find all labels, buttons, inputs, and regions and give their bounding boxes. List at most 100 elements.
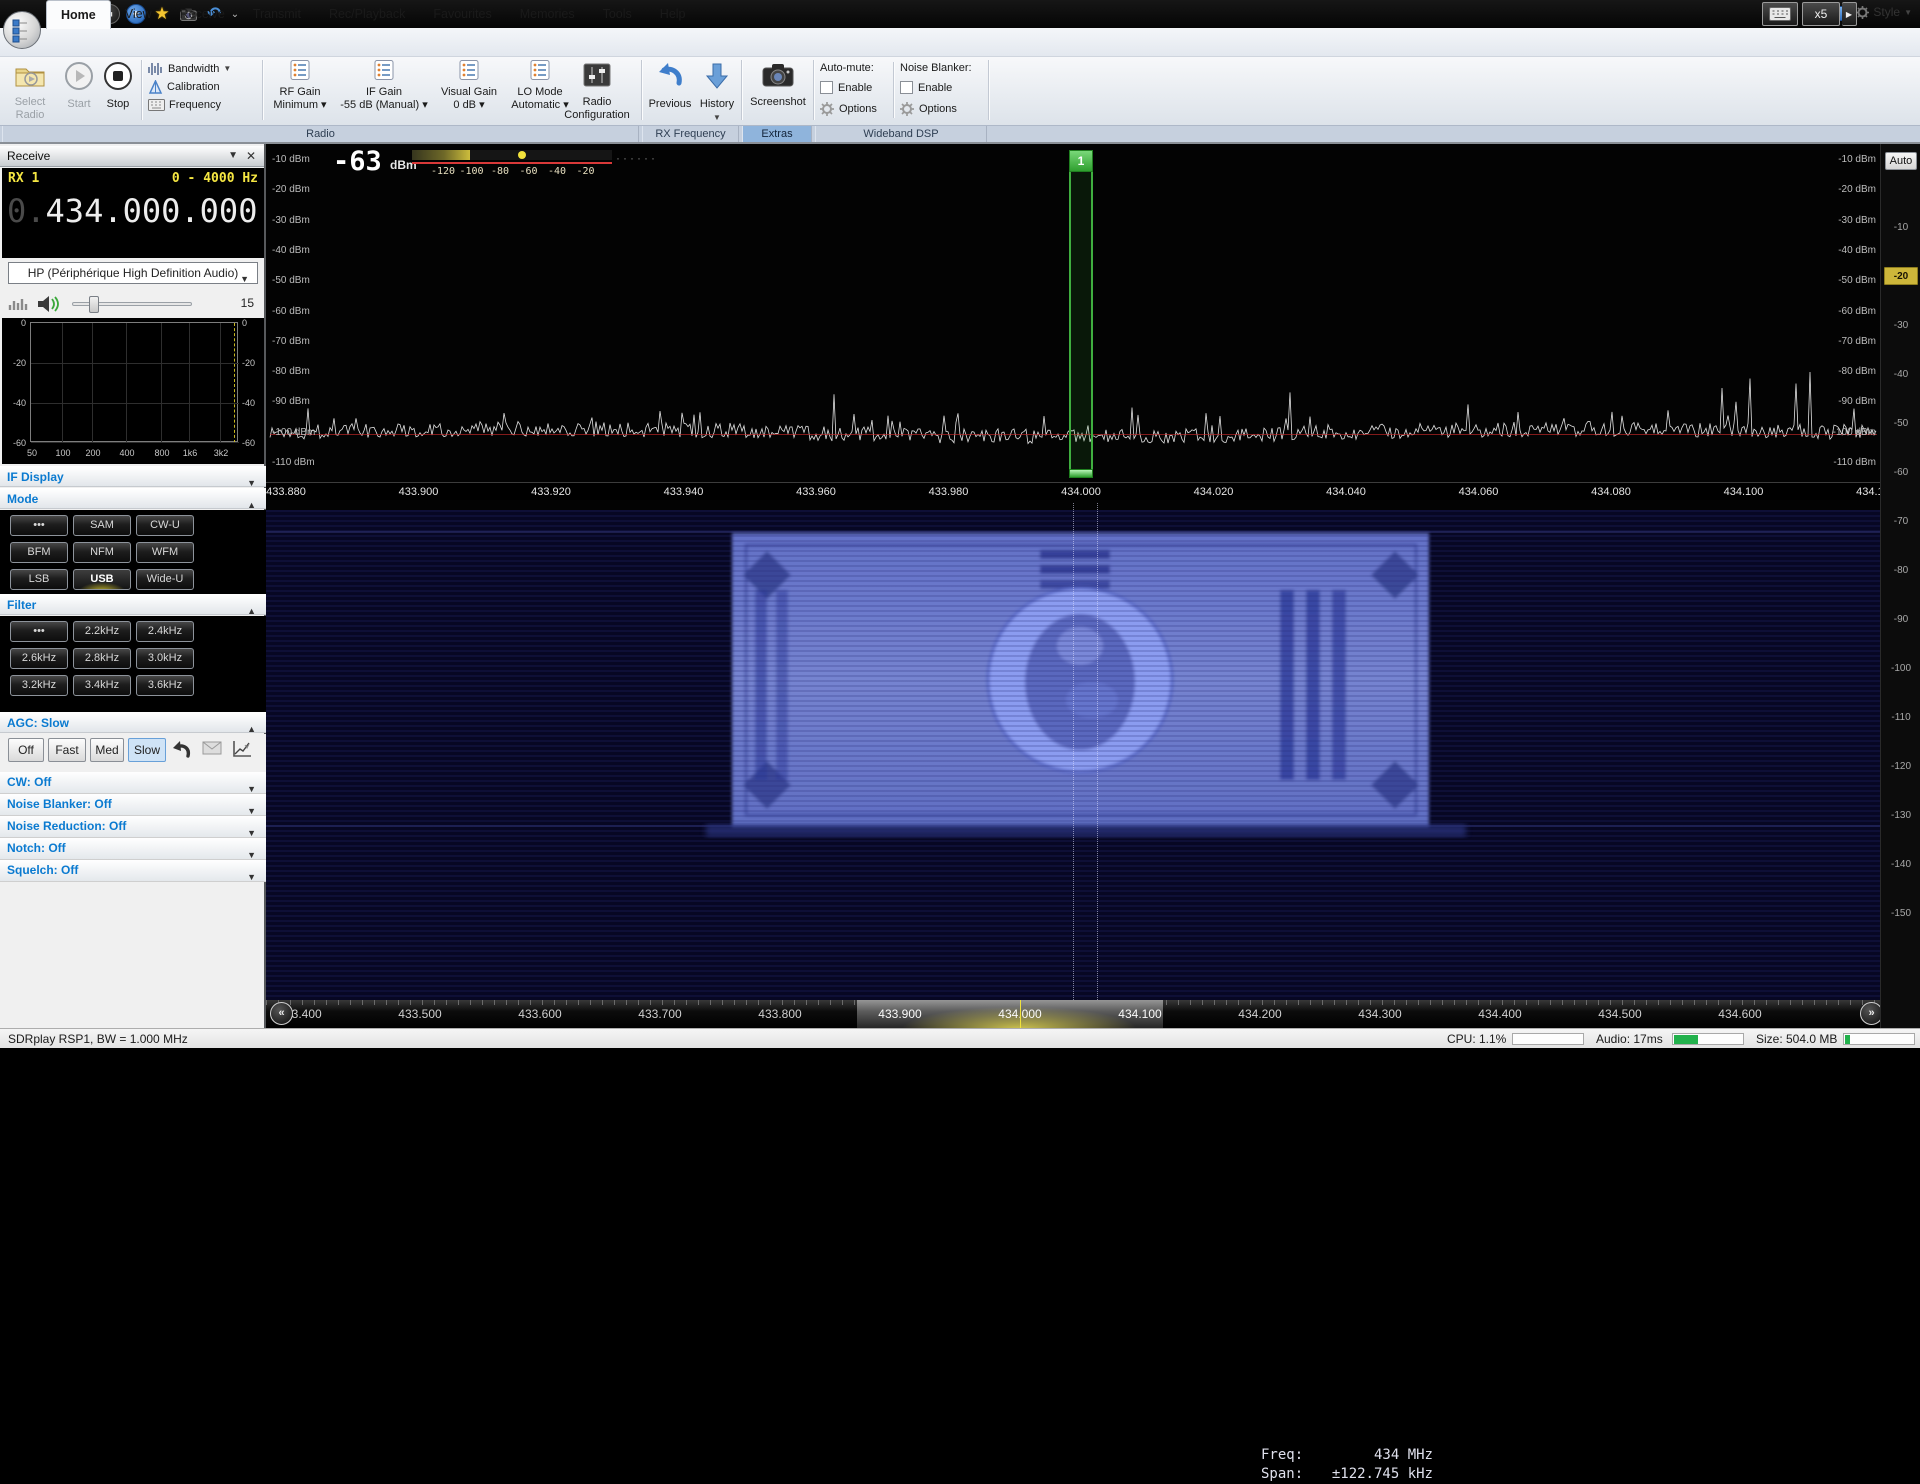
section-notch[interactable]: Notch: Off▼ bbox=[0, 838, 266, 860]
rx-tuning-band[interactable] bbox=[1069, 150, 1093, 478]
mode-bfm[interactable]: BFM bbox=[10, 542, 68, 563]
keyboard-entry-button[interactable] bbox=[1762, 2, 1798, 26]
db-label-right: -70 dBm bbox=[1816, 336, 1876, 347]
waterfall-span-label: Span: bbox=[1261, 1465, 1303, 1484]
equalizer-icon[interactable] bbox=[8, 296, 28, 312]
filter-2-2khz[interactable]: 2.2kHz bbox=[73, 621, 131, 642]
auto-mute-enable[interactable]: Enable bbox=[820, 77, 894, 98]
section-agc[interactable]: AGC: Slow ▲ bbox=[0, 712, 266, 733]
speaker-icon[interactable] bbox=[36, 294, 62, 314]
app-menu-button[interactable] bbox=[3, 11, 41, 49]
radio-configuration-button[interactable]: Radio Configuration bbox=[556, 59, 638, 123]
start-button[interactable]: Start bbox=[60, 59, 98, 123]
section-title: CW: Off bbox=[7, 775, 51, 789]
size-meter-fill bbox=[1845, 1035, 1850, 1044]
gain-value: Minimum ▾ bbox=[268, 99, 332, 112]
frequency-button[interactable]: Frequency bbox=[148, 96, 221, 113]
section-filter[interactable]: Filter ▲ bbox=[0, 594, 266, 615]
section-noise-reduction[interactable]: Noise Reduction: Off▼ bbox=[0, 816, 266, 838]
spectrum-frequency-axis[interactable]: 433.880433.900433.920433.940433.960433.9… bbox=[266, 482, 1880, 500]
mode-sam[interactable]: SAM bbox=[73, 515, 131, 536]
noise-blanker-enable[interactable]: Enable bbox=[900, 77, 986, 98]
ribbon-separator bbox=[262, 60, 263, 120]
agc-off[interactable]: Off bbox=[8, 738, 44, 762]
mode-wfm[interactable]: WFM bbox=[136, 542, 194, 563]
mode-usb[interactable]: USB bbox=[73, 569, 131, 590]
zoom-factor-button[interactable]: x5 bbox=[1802, 2, 1840, 26]
auto-mute-options[interactable]: Options bbox=[820, 98, 894, 119]
mode-lsb[interactable]: LSB bbox=[10, 569, 68, 590]
mode--[interactable]: ••• bbox=[10, 515, 68, 536]
section-squelch[interactable]: Squelch: Off▼ bbox=[0, 860, 266, 882]
checkbox-icon[interactable] bbox=[900, 81, 913, 94]
graph-x-label: 800 bbox=[154, 448, 169, 458]
volume-slider[interactable] bbox=[72, 302, 192, 306]
agc-undo-icon[interactable] bbox=[170, 740, 192, 760]
noise-blanker-title: Noise Blanker: bbox=[900, 59, 986, 77]
tab-tools[interactable]: Tools bbox=[589, 0, 646, 29]
mode-cw-u[interactable]: CW-U bbox=[136, 515, 194, 536]
waterfall-range-strip[interactable]: Auto -10-20-30-40-50-60-70-80-90-100-110… bbox=[1880, 144, 1920, 1028]
mode-nfm[interactable]: NFM bbox=[73, 542, 131, 563]
noise-blanker-group: Noise Blanker: Enable Options bbox=[900, 59, 986, 119]
rf-gain-button[interactable]: RF GainMinimum ▾ bbox=[268, 59, 332, 123]
if-gain-button[interactable]: IF Gain-55 dB (Manual) ▾ bbox=[336, 59, 432, 123]
graph-y-label: 0 bbox=[4, 318, 26, 328]
zoom-step-button[interactable]: ▶ bbox=[1842, 2, 1857, 26]
frequency-navigator[interactable]: 433.400433.500433.600433.700433.800433.9… bbox=[266, 1000, 1880, 1028]
mode-wide-u[interactable]: Wide-U bbox=[136, 569, 194, 590]
bandwidth-button[interactable]: Bandwidth ▼ bbox=[148, 60, 231, 77]
section-cw[interactable]: CW: Off▼ bbox=[0, 772, 266, 794]
select-radio-button[interactable]: Select Radio bbox=[6, 59, 54, 123]
filter--[interactable]: ••• bbox=[10, 621, 68, 642]
section-noise-blanker[interactable]: Noise Blanker: Off▼ bbox=[0, 794, 266, 816]
stop-button[interactable]: Stop bbox=[99, 59, 137, 123]
tab-favourites[interactable]: Favourites bbox=[419, 0, 505, 29]
audio-device-dropdown[interactable]: HP (Périphérique High Definition Audio) … bbox=[8, 262, 258, 284]
tab-transmit[interactable]: Transmit bbox=[239, 0, 315, 29]
tab-rec-playback[interactable]: Rec/Playback bbox=[315, 0, 419, 29]
rx-tuning-band-cap[interactable] bbox=[1069, 469, 1093, 478]
filter-3-6khz[interactable]: 3.6kHz bbox=[136, 675, 194, 696]
noise-blanker-options[interactable]: Options bbox=[900, 98, 986, 119]
rx-marker-badge[interactable]: 1 bbox=[1069, 150, 1093, 172]
tab-help[interactable]: Help bbox=[646, 0, 700, 29]
panel-collapse-icon[interactable]: ▼ bbox=[228, 146, 238, 166]
auto-range-button[interactable]: Auto bbox=[1885, 152, 1917, 170]
section-title: Noise Blanker: Off bbox=[7, 797, 112, 811]
tab-receive[interactable]: Receive bbox=[166, 0, 239, 29]
frequency-display[interactable]: RX 1 0 - 4000 Hz 0.434.000.000 bbox=[2, 168, 264, 258]
filter-2-6khz[interactable]: 2.6kHz bbox=[10, 648, 68, 669]
section-if-display[interactable]: IF Display ▼ bbox=[0, 466, 266, 487]
tab-view[interactable]: View bbox=[111, 0, 166, 29]
history-button[interactable]: History ▼ bbox=[696, 59, 738, 123]
style-menu-button[interactable]: Style ▼ bbox=[1856, 5, 1912, 19]
agc-med[interactable]: Med bbox=[90, 738, 124, 762]
section-title: Notch: Off bbox=[7, 841, 66, 855]
freq-tick-label: 434.100 bbox=[1724, 486, 1764, 498]
tab-memories[interactable]: Memories bbox=[506, 0, 589, 29]
agc-envelope-icon[interactable] bbox=[202, 740, 222, 756]
agc-slow[interactable]: Slow bbox=[128, 738, 166, 762]
filter-3-4khz[interactable]: 3.4kHz bbox=[73, 675, 131, 696]
frequency-digits[interactable]: 0.434.000.000 bbox=[7, 192, 257, 230]
panel-close-icon[interactable]: ✕ bbox=[246, 146, 256, 166]
calibration-button[interactable]: Calibration bbox=[148, 78, 220, 95]
navigate-back-button[interactable]: « bbox=[270, 1002, 293, 1025]
tab-home[interactable]: Home bbox=[46, 0, 111, 29]
volume-slider-thumb[interactable] bbox=[89, 296, 99, 313]
section-mode[interactable]: Mode ▲ bbox=[0, 488, 266, 509]
filter-2-4khz[interactable]: 2.4kHz bbox=[136, 621, 194, 642]
receive-panel-header[interactable]: Receive ▼ ✕ bbox=[0, 146, 264, 167]
agc-fast[interactable]: Fast bbox=[48, 738, 86, 762]
audio-spectrum-graph[interactable]: 00-20-20-40-40-60-60501002004008001k63k2 bbox=[2, 318, 264, 464]
filter-3-2khz[interactable]: 3.2kHz bbox=[10, 675, 68, 696]
range-label: -90 bbox=[1881, 614, 1920, 625]
checkbox-icon[interactable] bbox=[820, 81, 833, 94]
filter-3-0khz[interactable]: 3.0kHz bbox=[136, 648, 194, 669]
visual-gain-button[interactable]: Visual Gain0 dB ▾ bbox=[436, 59, 502, 123]
previous-frequency-button[interactable]: Previous bbox=[646, 59, 694, 123]
agc-chart-icon[interactable] bbox=[232, 740, 252, 758]
screenshot-button[interactable]: Screenshot bbox=[745, 59, 811, 123]
filter-2-8khz[interactable]: 2.8kHz bbox=[73, 648, 131, 669]
